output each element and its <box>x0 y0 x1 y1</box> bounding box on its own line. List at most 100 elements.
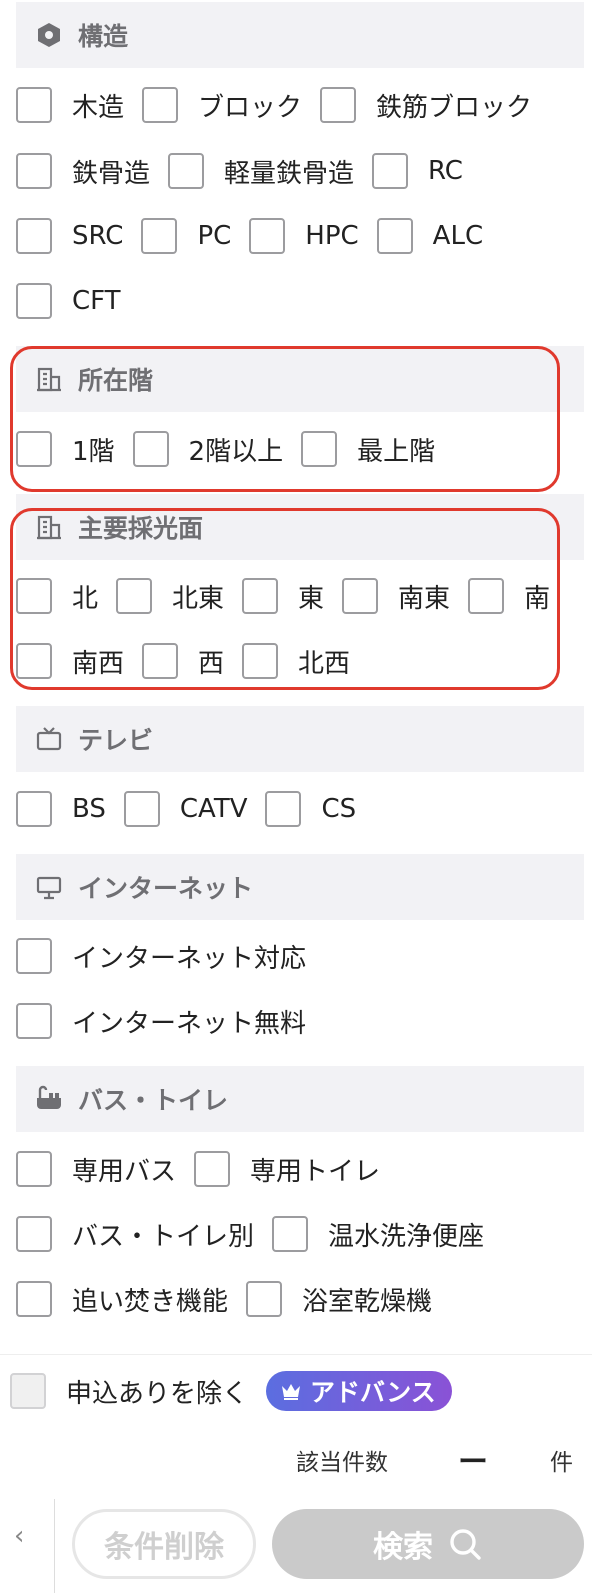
section-header-bath: バス・トイレ <box>16 1066 584 1132</box>
option-label: HPC <box>305 221 359 251</box>
checkbox[interactable] <box>272 1216 309 1252</box>
checkbox-option-washlet[interactable]: 温水洗浄便座 <box>272 1216 484 1253</box>
checkbox-option-block[interactable]: ブロック <box>142 87 302 124</box>
checkbox[interactable] <box>16 1281 52 1317</box>
checkbox-option-1f[interactable]: 1階 <box>16 431 115 468</box>
option-label: バス・トイレ別 <box>72 1221 255 1252</box>
result-count-unit: 件 <box>550 1450 573 1476</box>
checkbox[interactable] <box>16 431 52 467</box>
checkbox[interactable] <box>16 153 52 189</box>
checkbox[interactable] <box>372 153 409 189</box>
option-label: 北 <box>72 583 99 614</box>
checkbox-option-west[interactable]: 西 <box>142 643 224 680</box>
checkbox[interactable] <box>376 218 413 254</box>
checkbox-option-north[interactable]: 北 <box>16 578 98 615</box>
checkbox-option-cft[interactable]: CFT <box>16 283 121 319</box>
checkbox-option-bs[interactable]: BS <box>16 791 106 827</box>
exclude-applied-option[interactable]: 申込ありを除く アドバンス <box>10 1371 452 1411</box>
checkbox-option-steel[interactable]: 鉄骨造 <box>16 153 150 190</box>
checkbox-option-pc[interactable]: PC <box>141 218 231 254</box>
checkbox-option-2f-plus[interactable]: 2階以上 <box>132 431 283 468</box>
checkbox-option-bathroom-dryer[interactable]: 浴室乾燥機 <box>246 1281 432 1318</box>
checkbox[interactable] <box>16 218 52 254</box>
checkbox-option-reheating[interactable]: 追い焚き機能 <box>16 1281 228 1318</box>
checkbox-option-south[interactable]: 南 <box>468 578 550 615</box>
section-header-floor: 所在階 <box>16 346 584 412</box>
clear-conditions-label: 条件削除 <box>104 1530 224 1565</box>
option-label: 北東 <box>172 583 225 614</box>
checkbox[interactable] <box>16 283 52 319</box>
option-label: 軽量鉄骨造 <box>224 158 355 189</box>
checkbox[interactable] <box>242 578 279 614</box>
checkbox[interactable] <box>16 578 52 614</box>
clear-conditions-button[interactable]: 条件削除 <box>72 1509 256 1579</box>
checkbox[interactable] <box>242 643 279 679</box>
option-label: インターネット対応 <box>72 943 307 974</box>
checkbox[interactable] <box>123 791 160 827</box>
checkbox[interactable] <box>301 431 338 467</box>
checkbox-option-internet-ready[interactable]: インターネット対応 <box>16 938 306 975</box>
checkbox-option-northeast[interactable]: 北東 <box>116 578 224 615</box>
checkbox-option-southwest[interactable]: 南西 <box>16 643 124 680</box>
option-label: 木造 <box>72 92 125 123</box>
building-icon <box>34 512 64 542</box>
checkbox[interactable] <box>16 791 52 827</box>
checkbox[interactable] <box>342 578 379 614</box>
exclude-applied-checkbox[interactable] <box>10 1373 46 1409</box>
checkbox[interactable] <box>132 431 169 467</box>
checkbox[interactable] <box>16 1003 52 1039</box>
search-icon <box>447 1526 483 1562</box>
checkbox-option-light-steel[interactable]: 軽量鉄骨造 <box>168 153 354 190</box>
checkbox-option-separate-bath-toilet[interactable]: バス・トイレ別 <box>16 1216 254 1253</box>
checkbox-option-catv[interactable]: CATV <box>123 791 247 827</box>
hexagon-icon <box>34 20 64 50</box>
option-label: RC <box>428 156 463 186</box>
building-icon <box>34 364 64 394</box>
search-button[interactable]: 検索 <box>272 1509 584 1579</box>
section-title-floor: 所在階 <box>78 366 154 395</box>
option-label: 東 <box>298 583 325 614</box>
checkbox[interactable] <box>16 1151 52 1187</box>
checkbox[interactable] <box>16 643 52 679</box>
checkbox[interactable] <box>116 578 153 614</box>
checkbox[interactable] <box>468 578 505 614</box>
checkbox-option-reinforced-block[interactable]: 鉄筋ブロック <box>320 87 532 124</box>
checkbox[interactable] <box>16 1216 52 1252</box>
result-count-label: 該当件数 <box>296 1450 388 1476</box>
option-label: 北西 <box>298 648 351 679</box>
checkbox-option-top-floor[interactable]: 最上階 <box>301 431 435 468</box>
result-count: 該当件数 ー 件 <box>0 1439 592 1480</box>
checkbox-option-src[interactable]: SRC <box>16 218 123 254</box>
checkbox-option-cs[interactable]: CS <box>265 791 356 827</box>
section-title-internet: インターネット <box>78 874 254 903</box>
checkbox[interactable] <box>16 87 52 123</box>
checkbox[interactable] <box>142 87 179 123</box>
checkbox-option-hpc[interactable]: HPC <box>249 218 359 254</box>
checkbox-option-private-toilet[interactable]: 専用トイレ <box>194 1151 380 1188</box>
checkbox[interactable] <box>16 938 52 974</box>
checkbox-option-internet-free[interactable]: インターネット無料 <box>16 1003 306 1040</box>
bottom-action-bar: ‹ 条件削除 検索 <box>0 1499 592 1593</box>
checkbox-option-southeast[interactable]: 南東 <box>342 578 450 615</box>
checkbox-option-northwest[interactable]: 北西 <box>242 643 350 680</box>
option-label: ALC <box>432 221 484 251</box>
bathtub-icon <box>34 1084 64 1114</box>
checkbox[interactable] <box>320 87 357 123</box>
advance-badge-label: アドバンス <box>310 1378 436 1407</box>
checkbox-option-east[interactable]: 東 <box>242 578 324 615</box>
checkbox[interactable] <box>249 218 286 254</box>
checkbox[interactable] <box>194 1151 231 1187</box>
checkbox-option-alc[interactable]: ALC <box>376 218 484 254</box>
checkbox-option-private-bath[interactable]: 専用バス <box>16 1151 176 1188</box>
checkbox[interactable] <box>141 218 178 254</box>
checkbox-option-rc[interactable]: RC <box>372 153 463 189</box>
checkbox[interactable] <box>246 1281 283 1317</box>
back-chevron-icon[interactable]: ‹ <box>14 1521 24 1551</box>
option-label: ブロック <box>198 92 303 123</box>
checkbox[interactable] <box>265 791 302 827</box>
checkbox[interactable] <box>142 643 179 679</box>
option-label: 温水洗浄便座 <box>328 1221 485 1252</box>
checkbox[interactable] <box>168 153 205 189</box>
section-header-tv: テレビ <box>16 706 584 772</box>
checkbox-option-wood[interactable]: 木造 <box>16 87 124 124</box>
